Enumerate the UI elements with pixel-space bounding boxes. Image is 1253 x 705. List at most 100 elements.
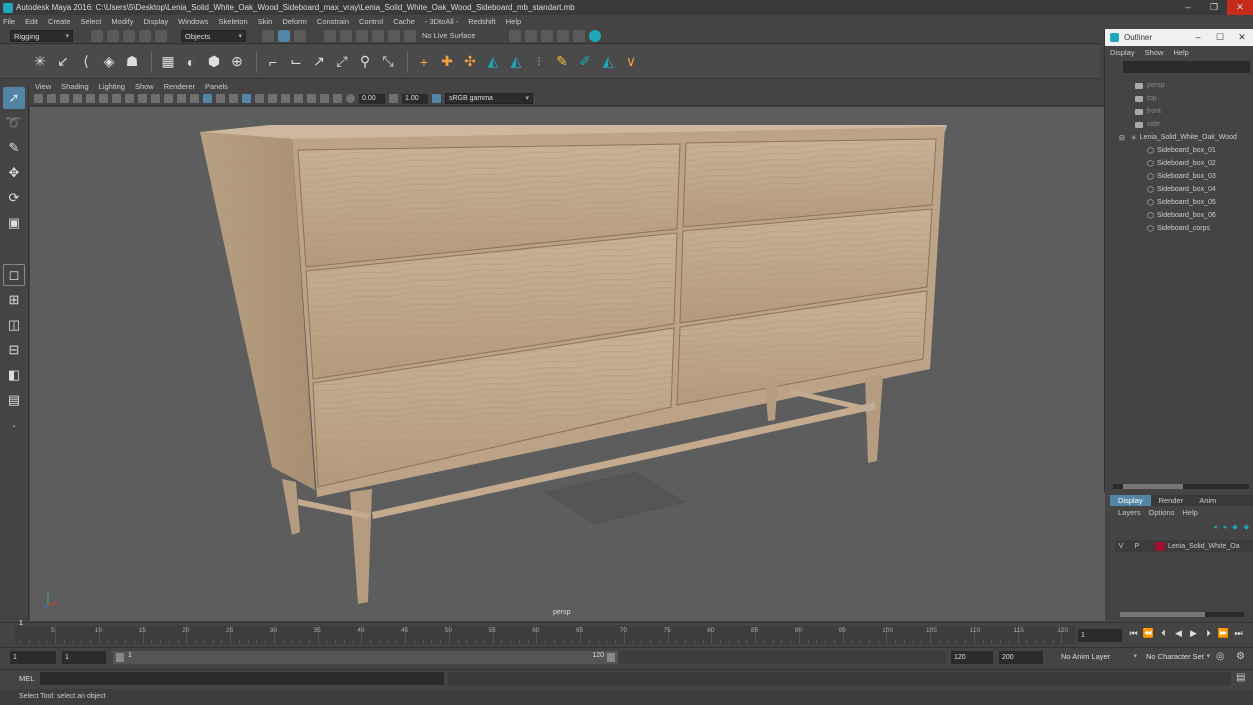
auto-key-icon[interactable]: ◎ — [1216, 651, 1225, 662]
ik-spline-icon[interactable]: ⟨ — [76, 52, 96, 72]
time-slider-bar[interactable]: 5 10 15 20 25 30 35 40 45 50 55 60 65 70 75 80 85 90 95 100… — [15, 626, 1075, 644]
color-management-icon[interactable] — [432, 94, 441, 103]
save-scene-icon[interactable] — [123, 29, 135, 42]
layer-row[interactable]: V P Lenia_Solid_White_Oa — [1115, 540, 1253, 552]
redshift-render-icon[interactable]: ◭ — [598, 52, 618, 72]
play-forward-icon[interactable]: ▶ — [1186, 628, 1201, 639]
script-language-label[interactable]: MEL — [19, 674, 34, 683]
menu-create[interactable]: Create — [48, 17, 71, 26]
menu-constrain[interactable]: Constrain — [317, 17, 349, 26]
step-forward-key-icon[interactable]: ⏩ — [1216, 628, 1231, 639]
script-editor-icon[interactable]: ▤ — [1236, 672, 1245, 683]
grease-pencil-icon[interactable] — [86, 94, 95, 103]
select-tool-icon[interactable]: ➚ — [3, 87, 25, 109]
paint-select-icon[interactable]: ✎ — [3, 137, 25, 159]
collapse-icon[interactable]: ⊟ — [1119, 134, 1125, 142]
outliner-item-group[interactable]: ⊟ ✳ Lenia_Solid_White_Oak_Wood — [1105, 131, 1253, 144]
snap-view-icon[interactable] — [372, 29, 384, 42]
xray-joints-icon[interactable] — [281, 94, 290, 103]
step-back-frame-icon[interactable]: ⏴ — [1156, 628, 1171, 639]
menu-control[interactable]: Control — [359, 17, 383, 26]
bookmark-icon[interactable] — [47, 94, 56, 103]
panel-menu-lighting[interactable]: Lighting — [99, 82, 125, 91]
four-view-icon[interactable]: ⊞ — [3, 289, 25, 311]
range-end-handle[interactable] — [607, 653, 615, 662]
character-set-dropdown[interactable]: No Character Set — [1143, 651, 1213, 664]
locator-icon[interactable]: + — [414, 52, 434, 72]
paint-weights-icon[interactable]: ⊕ — [227, 52, 247, 72]
persp-graph-icon[interactable]: ⊟ — [3, 339, 25, 361]
selection-mode-dropdown[interactable]: Objects — [181, 29, 246, 42]
grid-toggle-icon[interactable] — [99, 94, 108, 103]
field-chart-icon[interactable] — [151, 94, 160, 103]
parent-constraint-icon[interactable]: ⤡ — [378, 52, 398, 72]
locator2-icon[interactable]: ✚ — [437, 52, 457, 72]
menu-edit[interactable]: Edit — [25, 17, 38, 26]
step-forward-frame-icon[interactable]: ⏵ — [1201, 628, 1216, 639]
tab-display[interactable]: Display — [1110, 495, 1151, 506]
go-to-start-icon[interactable]: ⏮ — [1126, 628, 1141, 639]
rotate-tool-icon[interactable]: ⟳ — [3, 187, 25, 209]
outliner-item-box04[interactable]: ⬡ Sideboard_box_04 — [1105, 183, 1253, 196]
smooth-shade-icon[interactable] — [203, 94, 212, 103]
tab-render[interactable]: Render — [1151, 495, 1192, 506]
open-scene-icon[interactable] — [107, 29, 119, 42]
panel-menu-panels[interactable]: Panels — [205, 82, 228, 91]
outliner-item-top[interactable]: top — [1105, 92, 1253, 105]
motion-blur-icon[interactable] — [307, 94, 316, 103]
menu-redshift[interactable]: Redshift — [468, 17, 496, 26]
outliner-item-front[interactable]: front — [1105, 105, 1253, 118]
more-layouts-icon[interactable]: · — [3, 414, 25, 436]
playback-end-field[interactable]: 120 — [951, 651, 993, 664]
film-gate-icon[interactable] — [112, 94, 121, 103]
mirror-joint-icon[interactable]: ◈ — [99, 52, 119, 72]
xray-icon[interactable] — [268, 94, 277, 103]
menuset-dropdown[interactable]: Rigging — [10, 29, 73, 42]
range-start-handle[interactable] — [116, 653, 124, 662]
scrollbar-thumb[interactable] — [1123, 484, 1183, 489]
resolution-gate-icon[interactable] — [125, 94, 134, 103]
joint-tool-icon[interactable]: ✳ — [30, 52, 50, 72]
outliner-item-box02[interactable]: ⬡ Sideboard_box_02 — [1105, 157, 1253, 170]
isolate-select-icon[interactable] — [320, 94, 329, 103]
layer-color-swatch[interactable] — [1155, 541, 1165, 551]
gamma-field[interactable]: 1.00 — [402, 93, 428, 104]
close-icon[interactable]: ✕ — [1227, 0, 1253, 15]
render-view-icon[interactable] — [509, 29, 522, 42]
2d-pan-icon[interactable] — [73, 94, 82, 103]
start-time-field[interactable]: 1 — [10, 651, 56, 664]
maximize-icon[interactable]: ❐ — [1201, 0, 1227, 15]
outliner-item-box01[interactable]: ⬡ Sideboard_box_01 — [1105, 144, 1253, 157]
layer-visibility-toggle[interactable]: V — [1115, 543, 1127, 550]
menu-3dtoall[interactable]: - 3DtoAll - — [425, 17, 458, 26]
snap-grid-icon[interactable] — [324, 29, 336, 42]
cluster-icon[interactable]: ⌐ — [263, 52, 283, 72]
new-layer-icon[interactable]: ◆ — [1232, 523, 1237, 531]
move-layer-down-icon[interactable]: ◂ — [1223, 523, 1227, 531]
snap-curve-icon[interactable] — [340, 29, 352, 42]
playback-start-field[interactable]: 1 — [62, 651, 106, 664]
snap-point-icon[interactable] — [356, 29, 368, 42]
menu-select[interactable]: Select — [81, 17, 102, 26]
time-slider[interactable]: 5 10 15 20 25 30 35 40 45 50 55 60 65 70 75 80 85 90 95 100… — [0, 622, 1253, 646]
lattice-icon[interactable]: ⬢ — [204, 52, 224, 72]
redshift-camera-icon[interactable]: ◭ — [483, 52, 503, 72]
hypershade-icon[interactable] — [573, 29, 586, 42]
exposure-field[interactable]: 0.00 — [359, 93, 385, 104]
outliner-item-box03[interactable]: ⬡ Sideboard_box_03 — [1105, 170, 1253, 183]
scrollbar-thumb[interactable] — [1120, 612, 1205, 617]
outliner-item-side[interactable]: side — [1105, 118, 1253, 131]
snap-surface-icon[interactable] — [388, 29, 400, 42]
textured-icon[interactable] — [229, 94, 238, 103]
script-icon[interactable]: ✐ — [575, 52, 595, 72]
layer-menu-layers[interactable]: Layers — [1118, 508, 1141, 517]
outliner-menu-display[interactable]: Display — [1110, 48, 1135, 57]
outliner-menu-help[interactable]: Help — [1173, 48, 1188, 57]
scale-tool-icon[interactable]: ▣ — [3, 212, 25, 234]
cluster-deform-icon[interactable]: ✣ — [460, 52, 480, 72]
wireframe-icon[interactable] — [190, 94, 199, 103]
new-scene-icon[interactable] — [91, 29, 103, 42]
anim-layer-dropdown[interactable]: No Anim Layer — [1058, 651, 1140, 664]
make-live-icon[interactable] — [404, 29, 416, 42]
menu-display[interactable]: Display — [144, 17, 169, 26]
